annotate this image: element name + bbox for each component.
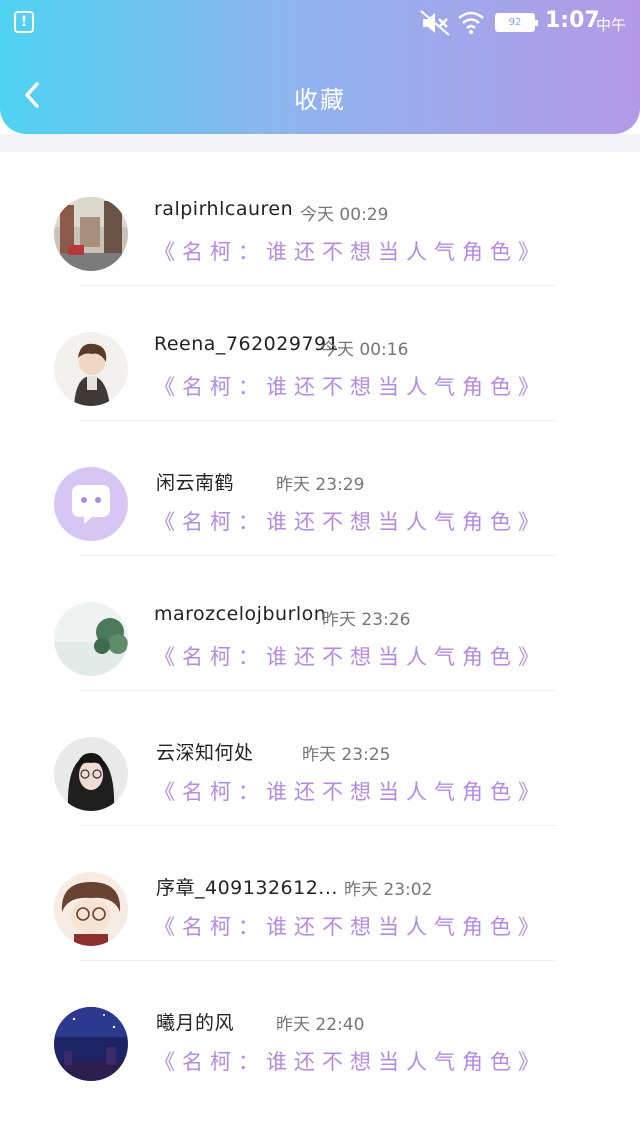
anime-boy-avatar[interactable] <box>54 332 128 406</box>
page-title: 收藏 <box>294 86 346 114</box>
status-time: 1:07 <box>545 8 600 33</box>
favorite-item[interactable]: ralpirhlcauren 今天 00:29 《名柯：谁还不想当人气角色》 <box>0 152 640 287</box>
favorite-item[interactable]: 闲云南鹤 昨天 23:29 《名柯：谁还不想当人气角色》 <box>0 422 640 557</box>
timestamp: 今天 00:29 <box>300 205 389 225</box>
favorite-item[interactable]: 序章_409132612... 昨天 23:02 《名柯：谁还不想当人气角色》 <box>0 827 640 962</box>
post-title[interactable]: 《名柯：谁还不想当人气角色》 <box>154 641 546 671</box>
username[interactable]: ralpirhlcauren <box>154 198 293 220</box>
default-chat-avatar[interactable] <box>54 467 128 541</box>
battery-level: 92 <box>497 15 533 30</box>
post-title[interactable]: 《名柯：谁还不想当人气角色》 <box>154 776 546 806</box>
username[interactable]: 曦月的风 <box>156 1008 234 1035</box>
status-bar: ! 92 1:07 中午 <box>0 0 640 46</box>
timestamp: 昨天 23:02 <box>344 880 433 900</box>
battery-icon: 92 <box>495 13 538 32</box>
plant-photo-avatar[interactable] <box>54 602 128 676</box>
timestamp: 昨天 23:25 <box>302 745 391 765</box>
header-bar: ! 92 1:07 中午 收藏 <box>0 0 640 134</box>
girl-photo-avatar[interactable] <box>54 737 128 811</box>
timestamp: 昨天 23:26 <box>322 610 411 630</box>
favorite-item[interactable]: Reena_762029791 今天 00:16 《名柯：谁还不想当人气角色》 <box>0 287 640 422</box>
divider <box>80 555 556 556</box>
mute-icon <box>420 10 450 36</box>
anime-glasses-avatar[interactable] <box>54 872 128 946</box>
timestamp: 昨天 23:29 <box>276 475 365 495</box>
favorite-item[interactable]: 云深知何处 昨天 23:25 《名柯：谁还不想当人气角色》 <box>0 692 640 827</box>
favorites-list: ralpirhlcauren 今天 00:29 《名柯：谁还不想当人气角色》 R… <box>0 152 640 1097</box>
post-title[interactable]: 《名柯：谁还不想当人气角色》 <box>154 911 546 941</box>
username[interactable]: 序章_409132612... <box>156 873 338 900</box>
night-sky-avatar[interactable] <box>54 1007 128 1081</box>
divider <box>80 690 556 691</box>
post-title[interactable]: 《名柯：谁还不想当人气角色》 <box>154 1046 546 1076</box>
street-photo-avatar[interactable] <box>54 197 128 271</box>
post-title[interactable]: 《名柯：谁还不想当人气角色》 <box>154 371 546 401</box>
username[interactable]: Reena_762029791 <box>154 333 339 355</box>
header-separator <box>0 134 640 152</box>
username[interactable]: 闲云南鹤 <box>156 468 234 495</box>
username[interactable]: marozcelojburlon <box>154 603 326 625</box>
wifi-icon <box>458 11 484 34</box>
divider <box>80 285 556 286</box>
username[interactable]: 云深知何处 <box>156 738 254 765</box>
divider <box>80 960 556 961</box>
favorite-item[interactable]: 曦月的风 昨天 22:40 《名柯：谁还不想当人气角色》 <box>0 962 640 1097</box>
divider <box>80 825 556 826</box>
post-title[interactable]: 《名柯：谁还不想当人气角色》 <box>154 506 546 536</box>
divider <box>80 420 556 421</box>
timestamp: 昨天 22:40 <box>276 1015 365 1035</box>
post-title[interactable]: 《名柯：谁还不想当人气角色》 <box>154 236 546 266</box>
timestamp: 今天 00:16 <box>320 340 409 360</box>
notification-icon: ! <box>14 11 34 33</box>
favorite-item[interactable]: marozcelojburlon 昨天 23:26 《名柯：谁还不想当人气角色》 <box>0 557 640 692</box>
status-period: 中午 <box>596 16 627 34</box>
